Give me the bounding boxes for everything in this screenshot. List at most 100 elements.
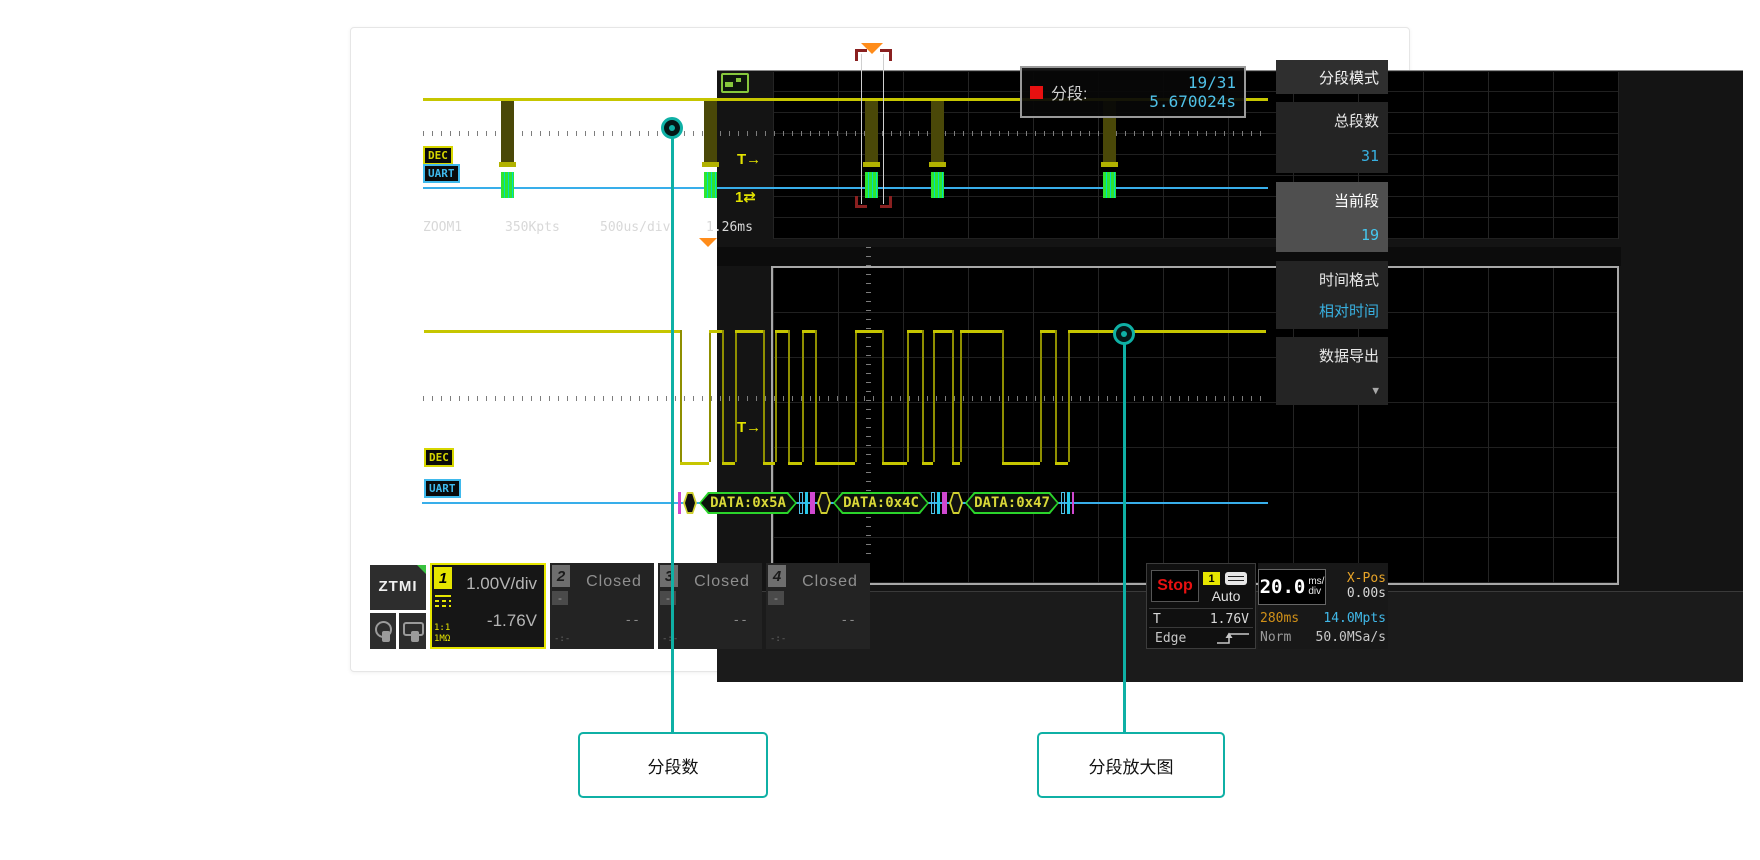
sample-rate: 50.0MSa/s: [1316, 630, 1386, 645]
touch-gesture-button-2[interactable]: [399, 613, 426, 649]
callout-box-segment-count: 分段数: [578, 732, 768, 798]
channel-1-probe-ratio: 1:1: [434, 623, 450, 633]
channel-1-box[interactable]: 1 1:1 1MΩ 1.00V/div -1.76V: [430, 563, 546, 649]
trigger-divider-2: [1149, 627, 1253, 628]
zoom-graticule: [771, 266, 1619, 585]
record-indicator-icon: [1030, 86, 1043, 99]
sidebar-item-data-export[interactable]: 数据导出 ▼: [1276, 337, 1388, 405]
segment-badge-label: 分段:: [1051, 80, 1087, 104]
channel-3-status: Closed: [682, 573, 762, 591]
channel-1-number: 1: [434, 567, 452, 589]
trigger-source-badge: 1: [1203, 572, 1220, 585]
logo-text: ZTMI: [370, 578, 426, 595]
zoom-trigger-tick-row: [423, 396, 1266, 401]
zoom-region-right-edge[interactable]: [883, 54, 884, 204]
zoom-bar-memory: 350Kpts: [505, 220, 560, 235]
channel-1-offset: -1.76V: [487, 611, 537, 631]
rising-edge-icon: [1215, 630, 1251, 646]
acquisition-state-button[interactable]: Stop: [1151, 570, 1199, 602]
zoom-bar-offset: 1.26ms: [706, 220, 753, 235]
segment-record-icon-dot: [736, 78, 741, 82]
acquire-mode: Norm: [1260, 630, 1291, 645]
channel-2-value: --: [624, 613, 640, 628]
sidebar-item-current-segment[interactable]: 当前段 19: [1276, 182, 1388, 252]
zoom-info-bar: [717, 247, 1621, 266]
segment-elapsed-time: 5.670024s: [1149, 92, 1236, 111]
zoom-region-left-edge[interactable]: [861, 54, 862, 204]
total-segments-label: 总段数: [1334, 110, 1379, 131]
callout-marker-segment-zoom: [1113, 323, 1135, 345]
channel-1-scale: 1.00V/div: [466, 574, 537, 594]
channel-4-number: 4: [768, 565, 786, 587]
segment-count: 19/31: [1149, 73, 1236, 92]
callout-marker-segment-count: [661, 117, 683, 139]
time-format-value: 相对时间: [1319, 300, 1379, 321]
channel-4-status: Closed: [790, 573, 870, 591]
segment-badge: 分段: 19/31 5.670024s: [1020, 66, 1246, 118]
total-segments-value: 31: [1361, 147, 1379, 165]
xpos-label: X-Pos: [1347, 571, 1386, 586]
channel-4-box[interactable]: 4 Closed - -- -:-: [766, 563, 870, 649]
record-time: 280ms: [1260, 611, 1299, 626]
touch-finger-icon: [382, 631, 390, 642]
trigger-type: Edge: [1155, 631, 1186, 646]
trigger-divider-1: [1149, 608, 1253, 609]
lower-channel-marker: 1⇄: [735, 492, 756, 507]
current-segment-value: 19: [1361, 226, 1379, 244]
zoom-region-corner-br: [880, 196, 892, 208]
logo-button[interactable]: ZTMI: [370, 565, 426, 610]
channel-1-impedance: 1MΩ: [434, 634, 450, 644]
upper-uart-label: UART: [423, 164, 460, 183]
callout-box-segment-zoom: 分段放大图: [1037, 732, 1225, 798]
channel-3-value: --: [732, 613, 748, 628]
channel-1-coupling-icon: [435, 595, 451, 607]
sidebar-header-segment-mode: 分段模式: [1276, 60, 1388, 94]
callout-label-segment-zoom: 分段放大图: [1089, 753, 1174, 778]
channel-2-box[interactable]: 2 Closed - -- -:-: [550, 563, 654, 649]
channel-4-coupling: -:-: [770, 634, 786, 644]
current-segment-label: 当前段: [1334, 190, 1379, 211]
lower-uart-bus-line: [422, 502, 1268, 504]
upper-channel-marker: 1⇄: [735, 190, 756, 205]
channel-2-status: Closed: [574, 573, 654, 591]
callout-line-segment-zoom: [1123, 343, 1126, 733]
logo-corner-flag: [417, 565, 426, 574]
zoom-bar-timebase: 500us/div: [600, 220, 670, 235]
channel-4-minus-badge: -: [768, 591, 784, 605]
zoom-trigger-position-marker[interactable]: [699, 238, 717, 247]
annotated-screenshot-page: T→ 1⇄ T→ 1⇄ DEC UART 分段: 19/31 5.670024s: [0, 0, 1760, 860]
trigger-panel[interactable]: Stop 1 Auto T 1.76V Edge: [1146, 563, 1256, 649]
callout-label-segment-count: 分段数: [648, 753, 699, 778]
timebase-scale-value: 20.0: [1260, 576, 1306, 598]
zoom-bar-title: ZOOM1: [423, 220, 462, 235]
segment-record-icon-mark: [725, 82, 733, 87]
acquisition-state: Stop: [1157, 577, 1193, 595]
trigger-level-value: 1.76V: [1210, 612, 1249, 627]
sidebar-item-time-format[interactable]: 时间格式 相对时间: [1276, 261, 1388, 329]
upper-trigger-position-marker[interactable]: [861, 43, 883, 54]
callout-line-segment-count: [671, 137, 674, 733]
touch-gesture-button-1[interactable]: [370, 613, 396, 649]
sidebar-item-total-segments[interactable]: 总段数 31: [1276, 102, 1388, 173]
time-format-label: 时间格式: [1319, 269, 1379, 290]
trigger-source-display-icon: [1225, 572, 1247, 585]
record-points: 14.0Mpts: [1323, 611, 1386, 626]
lower-uart-label: UART: [424, 479, 461, 498]
trigger-sweep-mode: Auto: [1203, 588, 1249, 604]
zoom-region-corner-bl: [855, 196, 867, 208]
swipe-finger-icon: [411, 631, 419, 642]
timebase-scale-box[interactable]: 20.0 ms/ div: [1258, 569, 1326, 605]
data-export-dropdown-icon[interactable]: ▼: [1372, 384, 1379, 397]
trigger-level-label: T: [1153, 612, 1161, 627]
upper-trigger-tick-row: [423, 131, 1268, 136]
channel-2-number: 2: [552, 565, 570, 587]
upper-trigger-marker: T→: [737, 152, 761, 167]
lower-trigger-marker: T→: [737, 420, 761, 435]
channel-2-coupling: -:-: [554, 634, 570, 644]
data-export-label: 数据导出: [1319, 345, 1379, 366]
zoom-center-tick-column: [866, 240, 871, 554]
xpos-value: 0.00s: [1347, 586, 1386, 601]
upper-dec-label: DEC: [423, 146, 453, 165]
timebase-panel[interactable]: 20.0 ms/ div X-Pos 0.00s 280ms 14.0Mpts …: [1258, 563, 1388, 649]
channel-2-minus-badge: -: [552, 591, 568, 605]
